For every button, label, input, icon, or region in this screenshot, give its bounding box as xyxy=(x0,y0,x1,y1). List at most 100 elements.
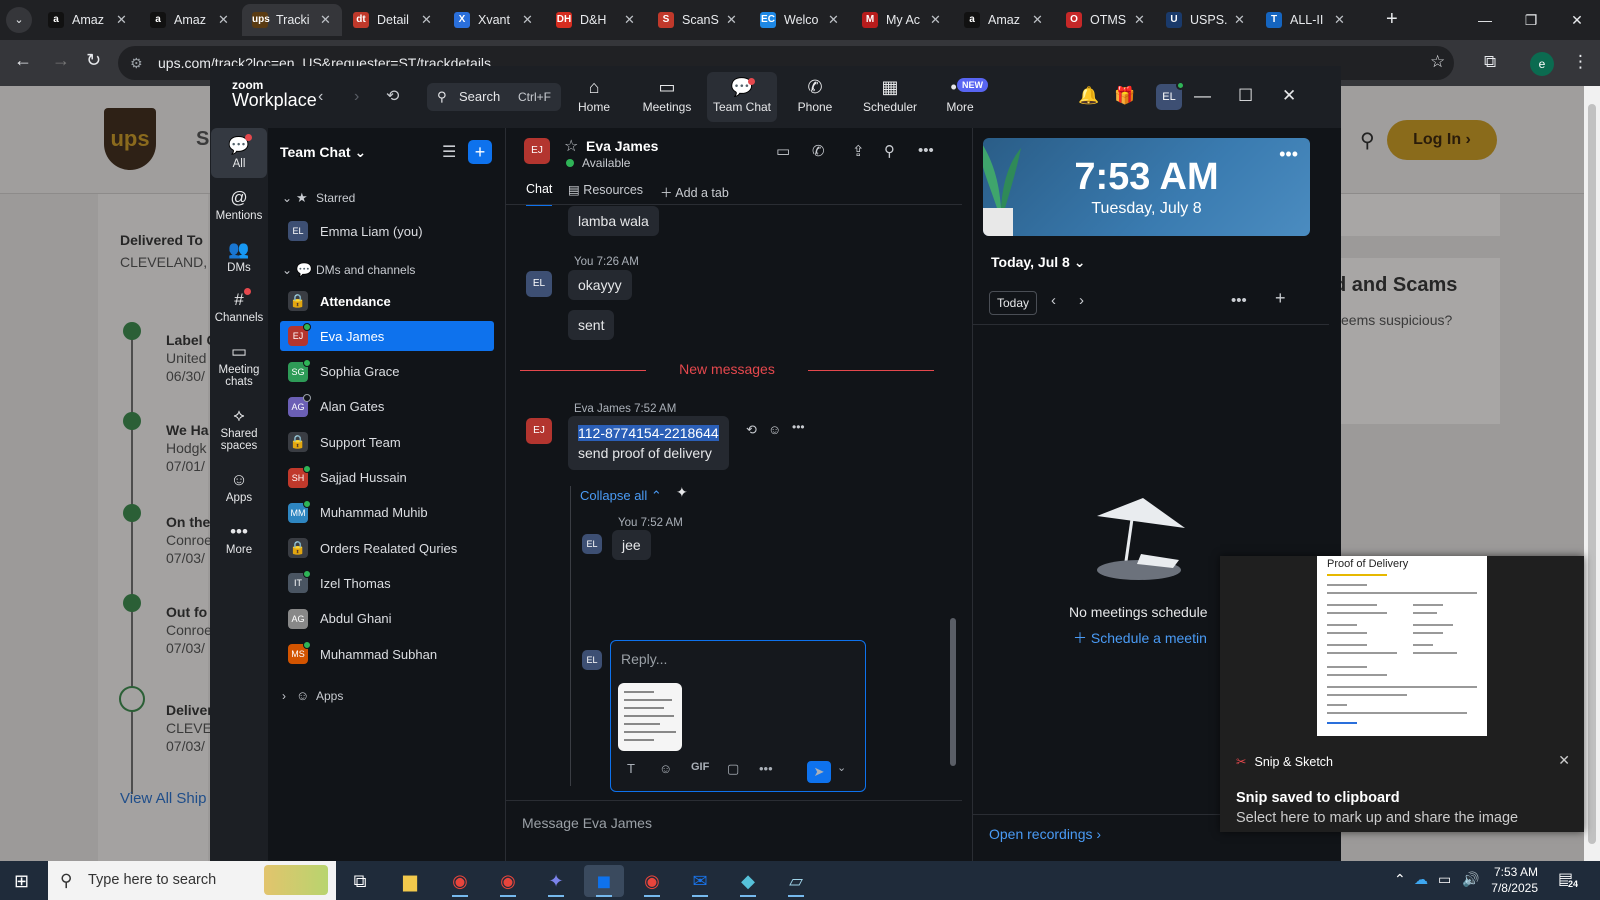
dm-item[interactable]: IT Izel Thomas xyxy=(280,568,494,598)
close-tab-icon[interactable]: ✕ xyxy=(1134,12,1150,28)
file-icon[interactable]: ▢ xyxy=(727,761,739,777)
chrome-profile-icon[interactable]: ◉ xyxy=(488,865,528,897)
starred-section[interactable]: ⌄ ★ Starred xyxy=(282,190,355,206)
ups-search-icon[interactable]: ⚲ xyxy=(1360,128,1375,153)
nav-tab-team-chat[interactable]: 💬 Team Chat xyxy=(707,72,777,122)
phone-icon[interactable]: ✆ xyxy=(812,142,825,160)
browser-tab[interactable]: U USPS. ✕ xyxy=(1156,4,1256,36)
add-event-icon[interactable]: + xyxy=(1275,288,1286,309)
close-tab-icon[interactable]: ✕ xyxy=(726,12,742,28)
chevron-right-icon[interactable]: › xyxy=(1079,292,1084,309)
dm-item[interactable]: AG Abdul Ghani xyxy=(280,604,494,634)
close-tab-icon[interactable]: ✕ xyxy=(624,12,640,28)
chrome-alt-icon[interactable]: ◉ xyxy=(632,865,672,897)
browser-tab[interactable]: dt Detail ✕ xyxy=(343,4,443,36)
reply-input[interactable]: Reply... xyxy=(621,651,667,667)
nav-tab-home[interactable]: ⌂ Home xyxy=(559,74,629,114)
tab-resources[interactable]: ▤ Resources xyxy=(568,182,643,197)
contact-name[interactable]: Eva James xyxy=(586,138,658,154)
share-screen-icon[interactable]: ⇪ xyxy=(852,142,865,160)
browser-tab[interactable]: EC Welco ✕ xyxy=(750,4,850,36)
rail-shared-spaces[interactable]: ⟡ Shared spaces xyxy=(210,404,268,452)
close-tab-icon[interactable]: ✕ xyxy=(421,12,437,28)
reply-thread-icon[interactable]: ⟲ xyxy=(746,422,757,438)
notification-center-icon[interactable]: ▤ 24 xyxy=(1558,869,1579,889)
chat-scrollbar-thumb[interactable] xyxy=(950,618,956,766)
channel-item[interactable]: 🔒 Orders Realated Quries xyxy=(280,533,494,563)
ai-sparkle-icon[interactable]: ✦ xyxy=(676,484,688,501)
chat-item-starred[interactable]: EL Emma Liam (you) xyxy=(280,216,494,246)
nav-tab-scheduler[interactable]: ▦ Scheduler xyxy=(855,74,925,114)
channel-item[interactable]: 🔒 Support Team xyxy=(280,427,494,457)
gif-icon[interactable]: GIF xyxy=(691,761,709,773)
close-icon[interactable]: ✕ xyxy=(1282,86,1296,106)
dms-section[interactable]: ⌄ 💬 DMs and channels xyxy=(282,262,415,278)
back-icon[interactable]: ← xyxy=(14,50,32,71)
video-call-icon[interactable]: ▭ xyxy=(776,142,790,160)
teams-icon[interactable]: ✦ xyxy=(536,865,576,897)
rail-apps[interactable]: ☺ Apps xyxy=(210,468,268,504)
dm-item[interactable]: MM Muhammad Muhib xyxy=(280,498,494,528)
taskbar-search[interactable]: ⚲ Type here to search xyxy=(48,861,336,900)
onedrive-icon[interactable]: ☁ xyxy=(1414,871,1428,888)
close-tab-icon[interactable]: ✕ xyxy=(218,12,234,28)
browser-tab[interactable]: ups Tracki ✕ xyxy=(242,4,342,36)
snip-preview-image[interactable]: Proof of Delivery xyxy=(1317,556,1487,736)
profile-avatar[interactable]: e xyxy=(1530,52,1554,76)
browser-tab[interactable]: M My Ac ✕ xyxy=(852,4,952,36)
close-tab-icon[interactable]: ✕ xyxy=(522,12,538,28)
minimize-icon[interactable]: — xyxy=(1194,86,1211,106)
close-tab-icon[interactable]: ✕ xyxy=(828,12,844,28)
browser-menu-icon[interactable]: ⋮ xyxy=(1572,52,1589,72)
show-hidden-icons-icon[interactable]: ⌃ xyxy=(1394,871,1406,888)
reload-icon[interactable]: ↻ xyxy=(86,50,101,71)
reply-composer[interactable]: Reply... T ☺ GIF ▢ ••• ➤ ⌄ xyxy=(610,640,866,792)
network-icon[interactable]: ▭ xyxy=(1438,871,1451,888)
zoom-search[interactable]: ⚲ Search Ctrl+F xyxy=(427,83,561,111)
snip-sketch-taskbar-icon[interactable]: ▱ xyxy=(776,865,816,897)
rail-dms[interactable]: 👥 DMs xyxy=(210,238,268,274)
back-icon[interactable]: ‹ xyxy=(318,88,323,106)
close-icon[interactable]: ✕ xyxy=(1558,752,1570,769)
dm-item[interactable]: AG Alan Gates xyxy=(280,392,494,422)
ups-logo[interactable]: ups xyxy=(104,108,156,170)
snip-notification[interactable]: Proof of Delivery ✂ Snip & Sketch ✕ Snip … xyxy=(1220,556,1584,832)
site-info-icon[interactable]: ⚙ xyxy=(130,46,143,80)
apps-section[interactable]: › ☺ Apps xyxy=(282,688,343,703)
schedule-meeting-link[interactable]: ＋ Schedule a meetin xyxy=(1073,628,1207,648)
history-icon[interactable]: ⟲ xyxy=(386,86,399,106)
tab-search-button[interactable]: ⌄ xyxy=(6,7,32,33)
dm-item[interactable]: EJ Eva James xyxy=(280,321,494,352)
chevron-left-icon[interactable]: ‹ xyxy=(1051,292,1056,309)
browser-tab[interactable]: O OTMS ✕ xyxy=(1056,4,1156,36)
channel-item[interactable]: 🔒 Attendance xyxy=(280,286,494,316)
browser-tab[interactable]: S ScanS ✕ xyxy=(648,4,748,36)
restore-icon[interactable]: ❐ xyxy=(1508,0,1554,40)
user-avatar[interactable]: EL xyxy=(1156,81,1185,110)
browser-tab[interactable]: DH D&H ✕ xyxy=(546,4,646,36)
dm-item[interactable]: MS Muhammad Subhan xyxy=(280,639,494,669)
more-icon[interactable]: ••• xyxy=(918,142,934,159)
rail-all[interactable]: 💬 All xyxy=(211,128,267,178)
browser-tab[interactable]: T ALL-II ✕ xyxy=(1256,4,1356,36)
dm-item[interactable]: SH Sajjad Hussain xyxy=(280,463,494,493)
volume-icon[interactable]: 🔊 xyxy=(1462,871,1479,888)
forward-icon[interactable]: → xyxy=(52,50,70,71)
emoji-icon[interactable]: ☺ xyxy=(659,761,672,776)
close-tab-icon[interactable]: ✕ xyxy=(320,12,336,28)
close-tab-icon[interactable]: ✕ xyxy=(1334,12,1350,28)
file-explorer-icon[interactable]: ▆ xyxy=(390,865,430,897)
nav-tab-meetings[interactable]: ▭ Meetings xyxy=(632,74,702,114)
task-view-icon[interactable]: ⧉ xyxy=(340,865,380,897)
emoji-react-icon[interactable]: ☺ xyxy=(768,422,781,437)
chrome-icon[interactable]: ◉ xyxy=(440,865,480,897)
close-tab-icon[interactable]: ✕ xyxy=(1032,12,1048,28)
calendar-date-selector[interactable]: Today, Jul 8 ⌄ xyxy=(991,254,1085,271)
close-tab-icon[interactable]: ✕ xyxy=(116,12,132,28)
maximize-icon[interactable]: ☐ xyxy=(1238,86,1253,106)
tab-chat[interactable]: Chat xyxy=(526,182,553,206)
minimize-icon[interactable]: — xyxy=(1462,0,1508,40)
open-recordings-link[interactable]: Open recordings › xyxy=(989,826,1101,842)
bell-icon[interactable]: 🔔 xyxy=(1078,86,1099,106)
more-icon[interactable]: ••• xyxy=(1279,144,1298,165)
